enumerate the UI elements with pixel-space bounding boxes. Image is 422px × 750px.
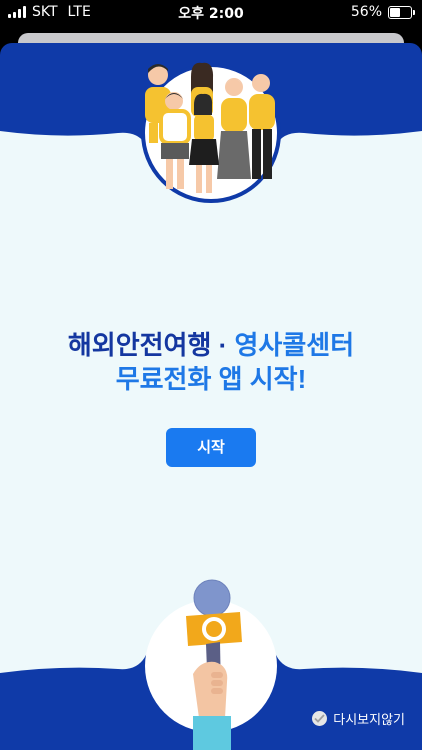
status-right: 56% <box>350 4 415 20</box>
battery-fill <box>390 7 401 17</box>
status-bar: SKT LTE 오후 2:00 56% <box>0 0 422 24</box>
popup-sheet: 해외안전여행 · 영사콜센터 무료전화 앱 시작! 시작 다시보지않기 <box>0 43 422 750</box>
headline-part-1: 해외안전여행 · <box>67 330 235 360</box>
family-illustration <box>141 62 281 203</box>
headline: 해외안전여행 · 영사콜센터 무료전화 앱 시작! <box>0 328 422 396</box>
headline-part-2: 영사콜센터 <box>234 330 355 360</box>
dismiss-label: 다시보지않기 <box>333 713 405 728</box>
start-button[interactable]: 시작 <box>166 428 256 467</box>
battery-percent: 56% <box>350 4 382 20</box>
headline-line-2: 무료전화 앱 시작! <box>115 364 307 394</box>
battery-icon <box>388 5 415 19</box>
check-icon[interactable] <box>312 711 328 726</box>
headline-line-1: 해외안전여행 · 영사콜센터 <box>0 328 422 362</box>
microphone-illustration <box>145 579 277 750</box>
dismiss-toggle[interactable]: 다시보지않기 <box>312 709 405 728</box>
